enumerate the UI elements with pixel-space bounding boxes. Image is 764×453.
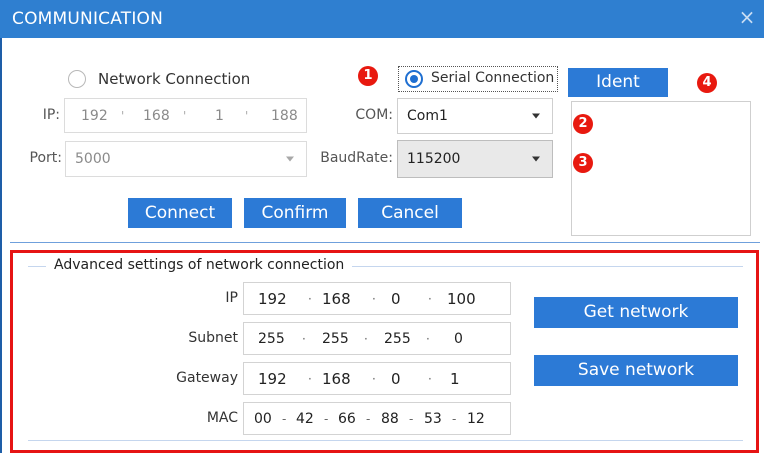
advanced-ip-label: IP — [225, 290, 238, 306]
subnet-octet-2: 255 — [322, 330, 349, 347]
subnet-label: Subnet — [188, 330, 238, 346]
ident-listbox[interactable] — [571, 101, 751, 236]
gateway-octet-4: 1 — [450, 369, 460, 388]
com-value: Com1 — [407, 108, 448, 124]
advanced-ip-field[interactable]: 192 · 168 · 0 · 100 — [243, 282, 511, 315]
subnet-octet-4: 0 — [454, 330, 463, 347]
gateway-label: Gateway — [176, 370, 238, 386]
ip-separator: · — [428, 291, 432, 306]
title-bar: COMMUNICATION × — [0, 0, 764, 38]
cancel-button[interactable]: Cancel — [358, 198, 462, 228]
ip-octet-4: 188 — [271, 107, 298, 124]
ip-separator: · — [372, 371, 376, 386]
get-network-button[interactable]: Get network — [534, 297, 738, 328]
gateway-octet-3: 0 — [391, 369, 401, 388]
ip-separator: · — [308, 291, 312, 306]
mac-byte-6: 12 — [467, 410, 485, 427]
com-label: COM: — [355, 107, 393, 123]
subnet-octet-3: 255 — [384, 330, 411, 347]
connect-button[interactable]: Connect — [128, 198, 232, 228]
advanced-ip-octet-2: 168 — [322, 289, 351, 308]
ip-separator: · — [302, 331, 306, 346]
baudrate-value: 115200 — [407, 151, 461, 167]
advanced-ip-octet-1: 192 — [258, 289, 287, 308]
ip-separator: ' — [245, 108, 249, 123]
marker-4-icon: 4 — [697, 73, 717, 93]
mac-label: MAC — [206, 410, 238, 426]
ident-button[interactable]: Ident — [568, 68, 668, 97]
mac-separator: - — [366, 411, 371, 426]
com-select[interactable]: Com1 — [397, 98, 553, 134]
port-label: Port: — [29, 150, 62, 166]
advanced-ip-octet-3: 0 — [391, 289, 401, 308]
ip-separator: · — [364, 331, 368, 346]
marker-1-icon: 1 — [358, 66, 378, 86]
ip-separator: · — [426, 331, 430, 346]
port-select[interactable]: 5000 — [65, 141, 307, 177]
marker-2-icon: 2 — [573, 114, 593, 134]
network-connection-label[interactable]: Network Connection — [98, 70, 250, 88]
ip-separator: ' — [121, 108, 125, 123]
subnet-field[interactable]: 255 · 255 · 255 · 0 — [243, 322, 511, 355]
network-connection-radio[interactable] — [68, 70, 86, 88]
mac-byte-2: 42 — [296, 410, 314, 427]
ip-separator: · — [308, 371, 312, 386]
ip-octet-2: 168 — [143, 107, 170, 124]
mac-byte-3: 66 — [338, 410, 356, 427]
gateway-octet-2: 168 — [322, 369, 351, 388]
window-frame-left — [0, 38, 2, 453]
baudrate-label: BaudRate: — [320, 150, 393, 166]
save-network-button[interactable]: Save network — [534, 355, 738, 386]
mac-separator: - — [409, 411, 414, 426]
mac-byte-1: 00 — [254, 410, 272, 427]
serial-connection-radio[interactable] — [405, 70, 423, 88]
marker-3-icon: 3 — [573, 153, 593, 173]
ip-separator: · — [428, 371, 432, 386]
chevron-down-icon — [286, 156, 294, 162]
mac-byte-5: 53 — [424, 410, 442, 427]
baudrate-select[interactable]: 115200 — [397, 140, 553, 178]
advanced-ip-octet-4: 100 — [447, 289, 476, 308]
ip-label: IP: — [42, 107, 60, 123]
mac-byte-4: 88 — [381, 410, 399, 427]
ip-address-field[interactable]: 192 ' 168 ' 1 ' 188 — [64, 98, 307, 133]
section-divider — [10, 242, 760, 243]
advanced-group-title: Advanced settings of network connection — [46, 257, 353, 273]
ip-separator: · — [372, 291, 376, 306]
ip-octet-3: 1 — [215, 107, 224, 124]
window-title: COMMUNICATION — [12, 9, 164, 29]
subnet-octet-1: 255 — [258, 330, 285, 347]
mac-field[interactable]: 00 - 42 - 66 - 88 - 53 - 12 — [243, 402, 511, 435]
group-box-bottom-border — [28, 440, 743, 441]
confirm-button[interactable]: Confirm — [244, 198, 346, 228]
mac-separator: - — [282, 411, 287, 426]
serial-connection-label[interactable]: Serial Connection — [431, 70, 554, 86]
gateway-field[interactable]: 192 · 168 · 0 · 1 — [243, 362, 511, 395]
port-value: 5000 — [75, 151, 111, 167]
mac-separator: - — [324, 411, 329, 426]
gateway-octet-1: 192 — [258, 369, 287, 388]
chevron-down-icon — [532, 156, 540, 162]
ip-separator: ' — [183, 108, 187, 123]
chevron-down-icon — [532, 113, 540, 119]
ip-octet-1: 192 — [81, 107, 108, 124]
close-icon[interactable]: × — [736, 6, 758, 28]
mac-separator: - — [452, 411, 457, 426]
